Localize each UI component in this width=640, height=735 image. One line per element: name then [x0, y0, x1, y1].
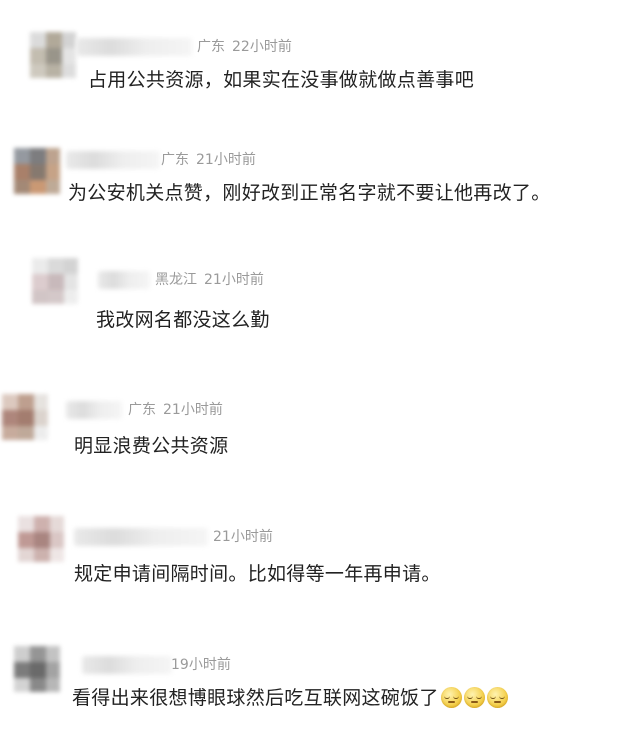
timestamp: 21小时前 — [213, 529, 273, 545]
comment-meta: 广东 21小时前 — [128, 401, 223, 419]
comment-meta: 黑龙江 21小时前 — [155, 271, 264, 289]
timestamp: 19小时前 — [171, 657, 231, 673]
timestamp: 21小时前 — [204, 272, 264, 288]
comment-text: 占用公共资源，如果实在没事做就做点善事吧 — [88, 67, 474, 93]
face-exhaling-emoji-icon — [440, 687, 462, 708]
location-label: 广东 — [128, 402, 156, 418]
face-exhaling-emoji-icon — [486, 687, 508, 708]
comment-text-content: 规定申请间隔时间。比如得等一年再申请。 — [74, 563, 441, 585]
comment-text: 规定申请间隔时间。比如得等一年再申请。 — [74, 561, 441, 587]
avatar[interactable] — [12, 644, 60, 692]
comment-text: 看得出来很想博眼球然后吃互联网这碗饭了 — [72, 685, 508, 711]
timestamp: 22小时前 — [232, 39, 292, 55]
comment-text-content: 为公安机关点赞，刚好改到正常名字就不要让他再改了。 — [68, 182, 551, 204]
timestamp: 21小时前 — [163, 402, 223, 418]
comment-text: 为公安机关点赞，刚好改到正常名字就不要让他再改了。 — [68, 180, 551, 206]
username-blurred[interactable] — [98, 271, 150, 289]
face-exhaling-emoji-icon — [463, 687, 485, 708]
comment-meta: 21小时前 — [213, 528, 273, 546]
comment-meta: 广东 22小时前 — [197, 38, 292, 56]
comment-meta: 广东 21小时前 — [161, 151, 256, 169]
avatar[interactable] — [28, 30, 76, 78]
username-blurred[interactable] — [66, 401, 122, 419]
comment-text-content: 明显浪费公共资源 — [74, 435, 229, 457]
comment-text: 明显浪费公共资源 — [74, 433, 228, 459]
comment-text-content: 我改网名都没这么勤 — [96, 309, 270, 331]
username-blurred[interactable] — [66, 151, 160, 169]
comment-text-content: 占用公共资源，如果实在没事做就做点善事吧 — [88, 69, 475, 91]
comment-text: 我改网名都没这么勤 — [96, 307, 270, 333]
username-blurred[interactable] — [76, 38, 192, 56]
avatar[interactable] — [0, 392, 48, 440]
location-label: 广东 — [197, 39, 225, 55]
location-label: 黑龙江 — [155, 272, 197, 288]
username-blurred[interactable] — [74, 528, 208, 546]
username-blurred[interactable] — [82, 656, 172, 674]
timestamp: 21小时前 — [196, 152, 256, 168]
comment-meta: 19小时前 — [171, 656, 231, 674]
location-label: 广东 — [161, 152, 189, 168]
avatar[interactable] — [16, 514, 64, 562]
avatar[interactable] — [12, 146, 60, 194]
comment-text-content: 看得出来很想博眼球然后吃互联网这碗饭了 — [72, 687, 439, 709]
avatar[interactable] — [30, 256, 78, 304]
